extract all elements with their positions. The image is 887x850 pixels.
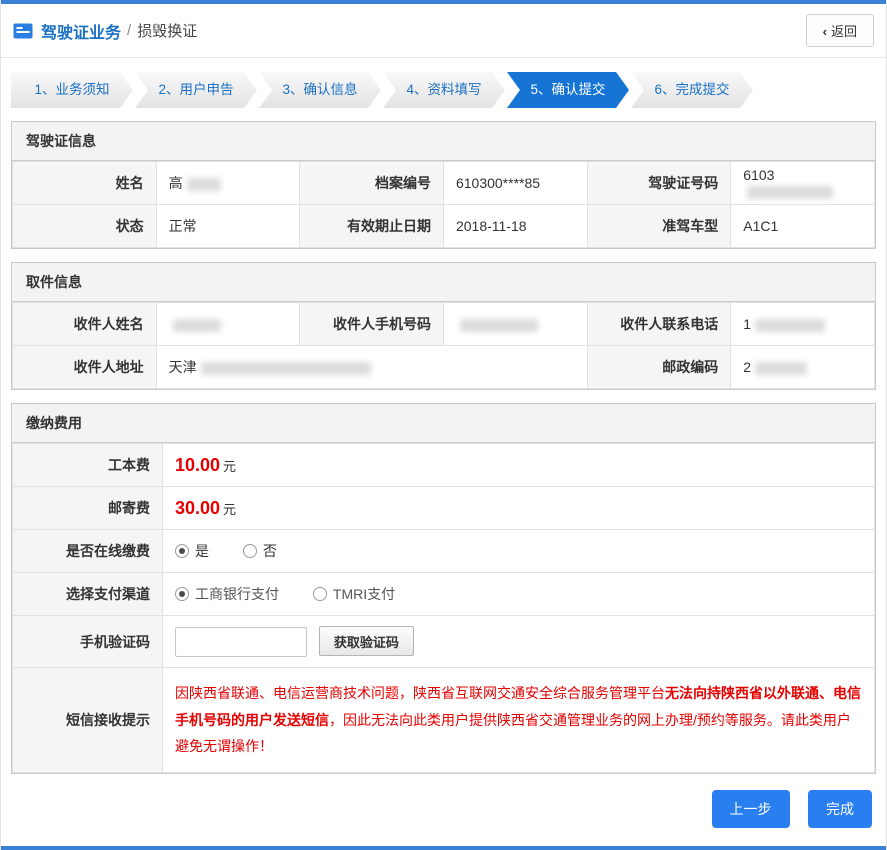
- mail-fee-unit: 元: [223, 501, 237, 517]
- work-fee-unit: 元: [223, 458, 237, 474]
- radio-selected-icon: [175, 544, 189, 558]
- payment-section: 缴纳费用 工本费 10.00 元 邮寄费 30.00 元 是否在线缴费 是 否 …: [11, 403, 876, 774]
- redacted-blur: [747, 185, 834, 199]
- radio-no-label: 否: [262, 543, 277, 559]
- redacted-blur: [172, 318, 221, 332]
- radio-unselected-icon: [312, 587, 327, 601]
- pickup-section-title: 取件信息: [12, 263, 875, 302]
- redacted-blur: [755, 318, 826, 332]
- prev-step-button[interactable]: 上一步: [711, 789, 790, 828]
- sms-tip-label: 短信接收提示: [12, 667, 163, 773]
- name-value: 高: [155, 161, 301, 205]
- radio-tmri-label: TMRI支付: [332, 586, 396, 602]
- step-6-complete-submit[interactable]: 6、完成提交: [631, 72, 753, 108]
- recipient-address-label: 收件人地址: [12, 345, 157, 389]
- file-number-label: 档案编号: [299, 161, 444, 205]
- work-fee-value: 10.00 元: [162, 443, 875, 487]
- vehicle-class-label: 准驾车型: [586, 204, 732, 248]
- payment-table: 工本费 10.00 元 邮寄费 30.00 元 是否在线缴费 是 否 选择支付渠…: [12, 443, 875, 773]
- step-2-user-declaration[interactable]: 2、用户申告: [135, 72, 257, 108]
- step-1-business-notes[interactable]: 1、业务须知: [11, 72, 133, 108]
- radio-online-pay-yes[interactable]: 是: [175, 541, 209, 561]
- expiry-date-label: 有效期止日期: [299, 204, 444, 248]
- recipient-mobile-value: [442, 302, 588, 346]
- license-number-value: 6103: [730, 161, 875, 205]
- payment-section-title: 缴纳费用: [12, 404, 875, 443]
- radio-online-pay-no[interactable]: 否: [242, 541, 277, 561]
- title-separator: /: [127, 22, 132, 39]
- pickup-info-section: 取件信息 收件人姓名 收件人手机号码 收件人联系电话 1 收件人地址 天津 邮政…: [11, 262, 876, 390]
- license-card-icon: [13, 23, 33, 39]
- redacted-blur: [186, 177, 221, 191]
- work-fee-label: 工本费: [12, 443, 163, 487]
- table-row: 收件人地址 天津 邮政编码 2: [12, 345, 875, 389]
- finish-button[interactable]: 完成: [808, 789, 872, 828]
- table-row: 姓名 高 档案编号 610300****85 驾驶证号码 6103: [12, 161, 875, 205]
- name-label: 姓名: [12, 161, 157, 205]
- table-row: 选择支付渠道 工商银行支付 TMRI支付: [12, 572, 875, 616]
- mail-fee-amount: 30.00: [175, 497, 221, 518]
- expiry-date-value: 2018-11-18: [442, 204, 588, 248]
- vehicle-class-value: A1C1: [730, 204, 875, 248]
- redacted-blur: [755, 361, 808, 375]
- recipient-address-value: 天津: [155, 345, 588, 389]
- table-row: 工本费 10.00 元: [12, 443, 875, 487]
- sms-code-field: 获取验证码: [162, 615, 875, 668]
- back-button-label: 返回: [830, 24, 857, 39]
- recipient-mobile-label: 收件人手机号码: [299, 302, 444, 346]
- mail-fee-value: 30.00 元: [162, 486, 875, 530]
- license-number-label: 驾驶证号码: [586, 161, 732, 205]
- back-button[interactable]: ‹ 返回: [805, 14, 874, 47]
- table-row: 收件人姓名 收件人手机号码 收件人联系电话 1: [12, 302, 875, 346]
- pay-channel-label: 选择支付渠道: [12, 572, 163, 616]
- table-row: 短信接收提示 因陕西省联通、电信运营商技术问题，陕西省互联网交通安全综合服务管理…: [12, 667, 875, 773]
- bottom-accent-bar: [1, 845, 886, 850]
- radio-unselected-icon: [242, 544, 257, 558]
- sms-tip-text: 因陕西省联通、电信运营商技术问题，陕西省互联网交通安全综合服务管理平台无法向持陕…: [175, 685, 861, 755]
- online-pay-label: 是否在线缴费: [12, 529, 163, 573]
- pay-channel-options: 工商银行支付 TMRI支付: [162, 572, 875, 616]
- license-info-table: 姓名 高 档案编号 610300****85 驾驶证号码 6103 状态 正常 …: [12, 161, 875, 248]
- sms-code-label: 手机验证码: [12, 615, 163, 668]
- status-value: 正常: [155, 204, 301, 248]
- online-pay-options: 是 否: [162, 529, 875, 573]
- table-row: 状态 正常 有效期止日期 2018-11-18 准驾车型 A1C1: [12, 204, 875, 248]
- page-subtitle: 损毁换证: [137, 23, 198, 40]
- radio-channel-tmri[interactable]: TMRI支付: [312, 584, 396, 604]
- page-header: 驾驶证业务 / 损毁换证 ‹ 返回: [1, 4, 886, 58]
- mail-fee-label: 邮寄费: [12, 486, 163, 530]
- radio-yes-label: 是: [195, 543, 209, 559]
- recipient-name-value: [155, 302, 301, 346]
- sms-tip-value: 因陕西省联通、电信运营商技术问题，陕西省互联网交通安全综合服务管理平台无法向持陕…: [162, 667, 875, 773]
- work-fee-amount: 10.00: [175, 454, 221, 475]
- recipient-phone-label: 收件人联系电话: [586, 302, 732, 346]
- get-code-button[interactable]: 获取验证码: [318, 626, 414, 657]
- step-navigation: 1、业务须知 2、用户申告 3、确认信息 4、资料填写 5、确认提交 6、完成提…: [11, 72, 876, 108]
- status-label: 状态: [12, 204, 157, 248]
- postcode-value: 2: [730, 345, 875, 389]
- license-section-title: 驾驶证信息: [12, 122, 875, 161]
- recipient-name-label: 收件人姓名: [12, 302, 157, 346]
- redacted-blur: [200, 361, 371, 375]
- postcode-label: 邮政编码: [586, 345, 732, 389]
- table-row: 是否在线缴费 是 否: [12, 529, 875, 573]
- footer-actions: 上一步 完成: [11, 789, 872, 828]
- sms-code-input[interactable]: [175, 626, 307, 657]
- radio-selected-icon: [175, 587, 189, 601]
- pickup-info-table: 收件人姓名 收件人手机号码 收件人联系电话 1 收件人地址 天津 邮政编码 2: [12, 302, 875, 389]
- license-info-section: 驾驶证信息 姓名 高 档案编号 610300****85 驾驶证号码 6103 …: [11, 121, 876, 249]
- file-number-value: 610300****85: [442, 161, 588, 205]
- table-row: 邮寄费 30.00 元: [12, 486, 875, 530]
- table-row: 手机验证码 获取验证码: [12, 615, 875, 668]
- radio-channel-icbc[interactable]: 工商银行支付: [175, 584, 279, 604]
- step-4-fill-data[interactable]: 4、资料填写: [383, 72, 505, 108]
- recipient-phone-value: 1: [730, 302, 875, 346]
- radio-icbc-label: 工商银行支付: [195, 586, 279, 602]
- page-title: 驾驶证业务: [41, 24, 122, 42]
- step-3-confirm-info[interactable]: 3、确认信息: [259, 72, 381, 108]
- redacted-blur: [459, 318, 538, 332]
- step-5-confirm-submit-active[interactable]: 5、确认提交: [507, 72, 629, 108]
- back-chevron-icon: ‹: [822, 24, 827, 39]
- page: 驾驶证业务 / 损毁换证 ‹ 返回 1、业务须知 2、用户申告 3、确认信息 4、…: [0, 0, 887, 850]
